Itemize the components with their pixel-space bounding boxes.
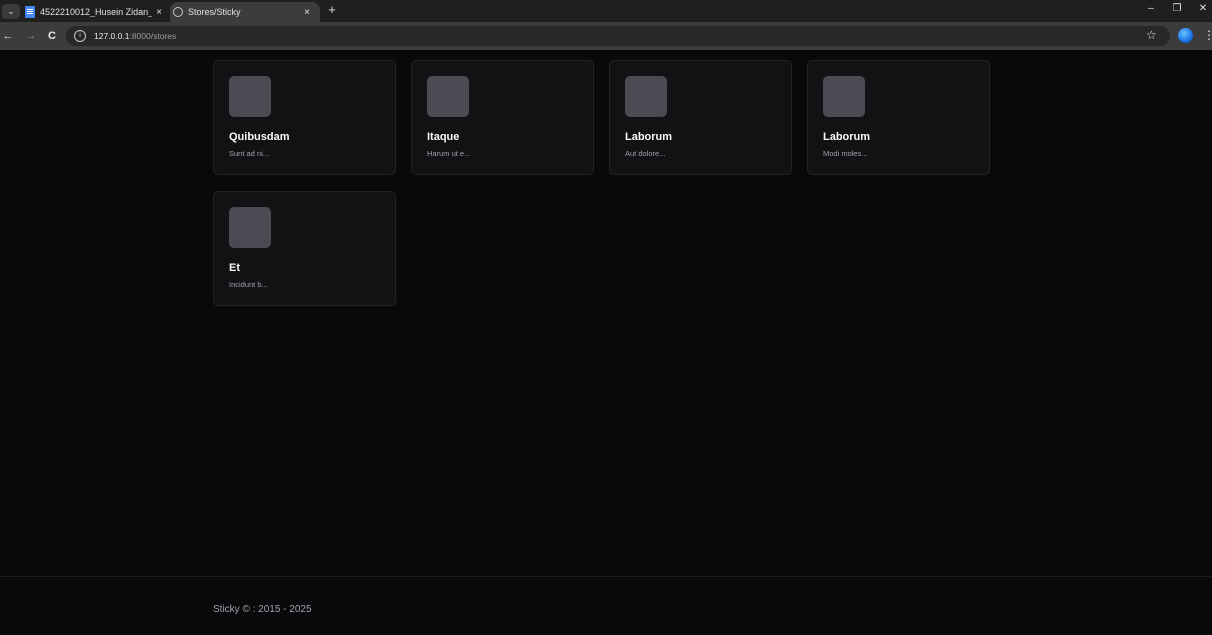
globe-icon xyxy=(173,7,183,17)
google-docs-icon xyxy=(25,6,35,18)
url-path: :8000/stores xyxy=(129,31,177,41)
tab-search-button[interactable]: ⌄ xyxy=(2,4,20,19)
tab-stores-sticky[interactable]: Stores/Sticky × xyxy=(170,2,320,22)
store-card[interactable]: Et Incidunt b... xyxy=(213,191,396,306)
minimize-icon[interactable]: – xyxy=(1144,3,1158,14)
stores-page: Quibusdam Sunt ad ni... Itaque Harum ut … xyxy=(0,50,1212,635)
back-arrow-icon[interactable]: ← xyxy=(1,29,15,43)
site-info-icon[interactable]: i xyxy=(74,30,86,42)
forward-arrow-icon[interactable]: → xyxy=(24,29,38,43)
tab-title: 4522210012_Husein Zidan_UA xyxy=(40,7,152,17)
url-host: 127.0.0.1 xyxy=(94,31,130,41)
store-name: Laborum xyxy=(625,131,673,143)
store-thumbnail xyxy=(229,207,271,248)
store-thumbnail xyxy=(823,76,865,117)
page-footer: Sticky © : 2015 - 2025 xyxy=(0,576,1212,635)
address-url[interactable]: 127.0.0.1:8000/stores xyxy=(94,30,176,42)
store-card[interactable]: Laborum Modi moles... xyxy=(807,60,990,175)
store-description: Harum ut e... xyxy=(427,149,471,158)
new-tab-button[interactable]: + xyxy=(324,2,340,18)
tab-google-doc[interactable]: 4522210012_Husein Zidan_UA × xyxy=(22,2,172,22)
reload-icon[interactable]: C xyxy=(45,29,59,43)
store-name: Et xyxy=(229,262,240,274)
browser-toolbar: ← → C i 127.0.0.1:8000/stores ☆ ⋮ xyxy=(0,22,1212,50)
store-description: Modi moles... xyxy=(823,149,868,158)
store-card[interactable]: Quibusdam Sunt ad ni... xyxy=(213,60,396,175)
store-name: Quibusdam xyxy=(229,131,290,143)
store-card[interactable]: Laborum Aut dolore... xyxy=(609,60,792,175)
bookmark-star-icon[interactable]: ☆ xyxy=(1146,28,1157,42)
store-description: Sunt ad ni... xyxy=(229,149,270,158)
browser-menu-icon[interactable]: ⋮ xyxy=(1203,28,1212,42)
store-description: Aut dolore... xyxy=(625,149,666,158)
store-thumbnail xyxy=(625,76,667,117)
store-thumbnail xyxy=(427,76,469,117)
browser-tab-strip: ⌄ 4522210012_Husein Zidan_UA × Stores/St… xyxy=(0,0,1212,22)
restore-icon[interactable]: ❐ xyxy=(1170,3,1184,14)
close-window-icon[interactable]: ✕ xyxy=(1196,3,1210,14)
store-thumbnail xyxy=(229,76,271,117)
tab-title: Stores/Sticky xyxy=(188,7,241,17)
profile-avatar-icon[interactable] xyxy=(1178,28,1193,43)
close-tab-icon[interactable]: × xyxy=(300,7,314,18)
store-name: Itaque xyxy=(427,131,460,143)
address-bar[interactable]: i 127.0.0.1:8000/stores xyxy=(66,26,1170,46)
store-card[interactable]: Itaque Harum ut e... xyxy=(411,60,594,175)
close-tab-icon[interactable]: × xyxy=(152,7,166,18)
store-name: Laborum xyxy=(823,131,871,143)
store-description: Incidunt b... xyxy=(229,280,268,289)
footer-copyright: Sticky © : 2015 - 2025 xyxy=(213,604,312,615)
